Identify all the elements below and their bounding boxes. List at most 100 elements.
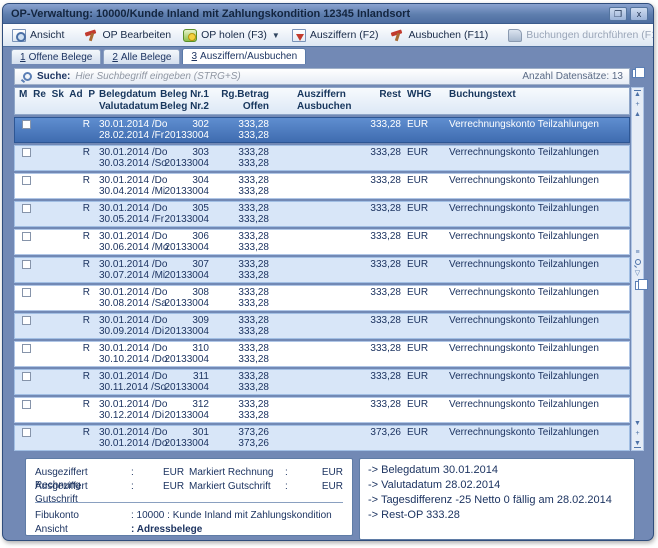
op-holen-label: OP holen (F3) [201, 29, 267, 41]
close-button[interactable]: x [630, 7, 648, 21]
columns-icon[interactable]: ≡ [635, 249, 639, 256]
row-checkbox[interactable] [22, 400, 31, 409]
table-row[interactable]: R 30.01.2014 /Do 303 333,28 333,28 EUR V… [14, 145, 630, 171]
main-content: Suche: Hier Suchbegriff eingeben (STRG+S… [3, 64, 653, 540]
title-bar: OP-Verwaltung: 10000/Kunde Inland mit Za… [3, 4, 653, 24]
ansicht-row-label: Ansicht [35, 523, 131, 537]
scroll-top-icon[interactable]: ▲ [634, 90, 641, 98]
colon: : [131, 480, 145, 494]
scroll-up-icon[interactable]: ▲ [634, 111, 641, 118]
op-table: M Re Sk Ad P Belegdatum Beleg Nr.1 Rg.Be… [14, 87, 630, 451]
copy-icon [632, 69, 640, 78]
colon: : [131, 466, 145, 480]
table-header[interactable]: M Re Sk Ad P Belegdatum Beleg Nr.1 Rg.Be… [14, 87, 630, 115]
hammer-icon [390, 29, 404, 42]
tab-label: Alle Belege [121, 52, 172, 63]
col-valutadatum: Valutadatum [93, 101, 153, 113]
zoom-icon[interactable] [634, 259, 642, 267]
table-row[interactable]: R 30.01.2014 /Do 309 333,28 333,28 EUR V… [14, 313, 630, 339]
table-row[interactable]: R 30.01.2014 /Do 312 333,28 333,28 EUR V… [14, 397, 630, 423]
table-row[interactable]: R 30.01.2014 /Do 306 333,28 333,28 EUR V… [14, 229, 630, 255]
search-label: Suche: [37, 71, 70, 82]
tab-number: 3 [191, 51, 197, 62]
fetch-icon [183, 29, 197, 42]
table-row[interactable]: R 30.01.2014 /Do 304 333,28 333,28 EUR V… [14, 173, 630, 199]
markiert-gutschrift-label: Markiert Gutschrift [189, 480, 285, 494]
col-offen: Offen [209, 101, 269, 113]
info-line: -> Valutadatum 28.02.2014 [368, 478, 626, 493]
info-line: -> Rest-OP 333.28 [368, 508, 626, 523]
postings-icon [508, 29, 522, 42]
restore-button[interactable]: ❐ [609, 7, 627, 21]
ausgeziffert-rechnung-value [145, 466, 163, 480]
row-checkbox[interactable] [22, 428, 31, 437]
row-checkbox[interactable] [22, 288, 31, 297]
col-ausbuchen: Ausbuchen [269, 101, 357, 113]
row-checkbox[interactable] [22, 120, 31, 129]
col-rest: Rest [357, 89, 401, 101]
col-beleg-nr2: Beleg Nr.2 [153, 101, 209, 113]
op-bearbeiten-button[interactable]: OP Bearbeiten [79, 27, 176, 44]
col-rg-betrag: Rg.Betrag [209, 89, 269, 101]
search-input[interactable]: Suche: Hier Suchbegriff eingeben (STRG+S… [14, 68, 630, 85]
filter-icon[interactable]: ▽ [635, 270, 640, 277]
col-belegdatum: Belegdatum [93, 89, 153, 101]
row-checkbox[interactable] [22, 204, 31, 213]
table-row[interactable]: R 30.01.2014 /Do 305 333,28 333,28 EUR V… [14, 201, 630, 227]
chevron-down-icon[interactable]: ▼ [272, 31, 280, 40]
summary-panel: Ausgeziffert Rechnung : EUR Markiert Rec… [25, 458, 353, 536]
buchungen-durchfuehren-label: Buchungen durchführen (F10) [526, 29, 654, 41]
copy-button[interactable] [631, 68, 644, 85]
currency-label: EUR [317, 466, 343, 480]
move-icon[interactable]: + [635, 430, 639, 437]
row-checkbox[interactable] [22, 344, 31, 353]
scroll-bottom-icon[interactable]: ▼ [634, 440, 641, 448]
ausgeziffert-gutschrift-label: Ausgeziffert Gutschrift [35, 480, 131, 494]
ausziffern-label: Ausziffern (F2) [310, 29, 379, 41]
table-row[interactable]: R 30.01.2014 /Do 302 333,28 333,28 EUR V… [14, 117, 630, 143]
op-bearbeiten-label: OP Bearbeiten [102, 29, 171, 41]
colon: : [285, 480, 299, 494]
table-tool-strip: ▲ + ▲ ≡ ▽ ▼ + ▼ [631, 87, 644, 451]
row-checkbox[interactable] [22, 232, 31, 241]
tab-offene-belege[interactable]: 1Offene Belege [11, 49, 101, 64]
row-checkbox[interactable] [22, 260, 31, 269]
row-checkbox[interactable] [22, 148, 31, 157]
scroll-down-icon[interactable]: ▼ [634, 420, 641, 427]
tab-alle-belege[interactable]: 2Alle Belege [103, 49, 180, 64]
row-checkbox[interactable] [22, 176, 31, 185]
table-body: R 30.01.2014 /Do 302 333,28 333,28 EUR V… [14, 117, 630, 451]
tab-ausziffern-ausbuchen[interactable]: 3Ausziffern/Ausbuchen [182, 48, 306, 64]
fibukonto-label: Fibukonto [35, 509, 131, 523]
ansicht-label: Ansicht [30, 29, 64, 41]
move-icon[interactable]: + [635, 101, 639, 108]
markiert-gutschrift-value [299, 480, 317, 494]
export-icon[interactable] [635, 281, 643, 290]
tab-label: Ausziffern/Ausbuchen [200, 51, 297, 62]
col-ausziffern: Ausziffern [269, 89, 357, 101]
col-beleg-nr1: Beleg Nr.1 [153, 89, 209, 101]
table-row[interactable]: R 30.01.2014 /Do 310 333,28 333,28 EUR V… [14, 341, 630, 367]
info-line: -> Tagesdifferenz -25 Netto 0 fällig am … [368, 493, 626, 508]
ausziffern-button[interactable]: Ausziffern (F2) [287, 27, 384, 44]
search-icon [21, 71, 32, 82]
table-row[interactable]: R 30.01.2014 /Do 301 373,26 373,26 EUR V… [14, 425, 630, 451]
op-holen-button[interactable]: OP holen (F3) ▼ [178, 27, 285, 44]
info-panel: -> Belegdatum 30.01.2014 -> Valutadatum … [359, 458, 635, 540]
row-checkbox[interactable] [22, 372, 31, 381]
mark-off-icon [292, 29, 306, 42]
window-title: OP-Verwaltung: 10000/Kunde Inland mit Za… [11, 8, 606, 20]
tab-number: 1 [20, 52, 26, 63]
ansicht-row-value: : Adressbelege [131, 523, 343, 537]
row-checkbox[interactable] [22, 316, 31, 325]
ausgeziffert-gutschrift-value [145, 480, 163, 494]
table-row[interactable]: R 30.01.2014 /Do 311 333,28 333,28 EUR V… [14, 369, 630, 395]
info-line: -> Belegdatum 30.01.2014 [368, 463, 626, 478]
table-row[interactable]: R 30.01.2014 /Do 308 333,28 333,28 EUR V… [14, 285, 630, 311]
tab-strip: 1Offene Belege 2Alle Belege 3Ausziffern/… [3, 47, 653, 64]
ansicht-button[interactable]: Ansicht [7, 27, 69, 44]
col-buchungstext: Buchungstext [437, 89, 629, 101]
ausbuchen-button[interactable]: Ausbuchen (F11) [385, 27, 493, 44]
table-row[interactable]: R 30.01.2014 /Do 307 333,28 333,28 EUR V… [14, 257, 630, 283]
hammer-icon [84, 29, 98, 42]
